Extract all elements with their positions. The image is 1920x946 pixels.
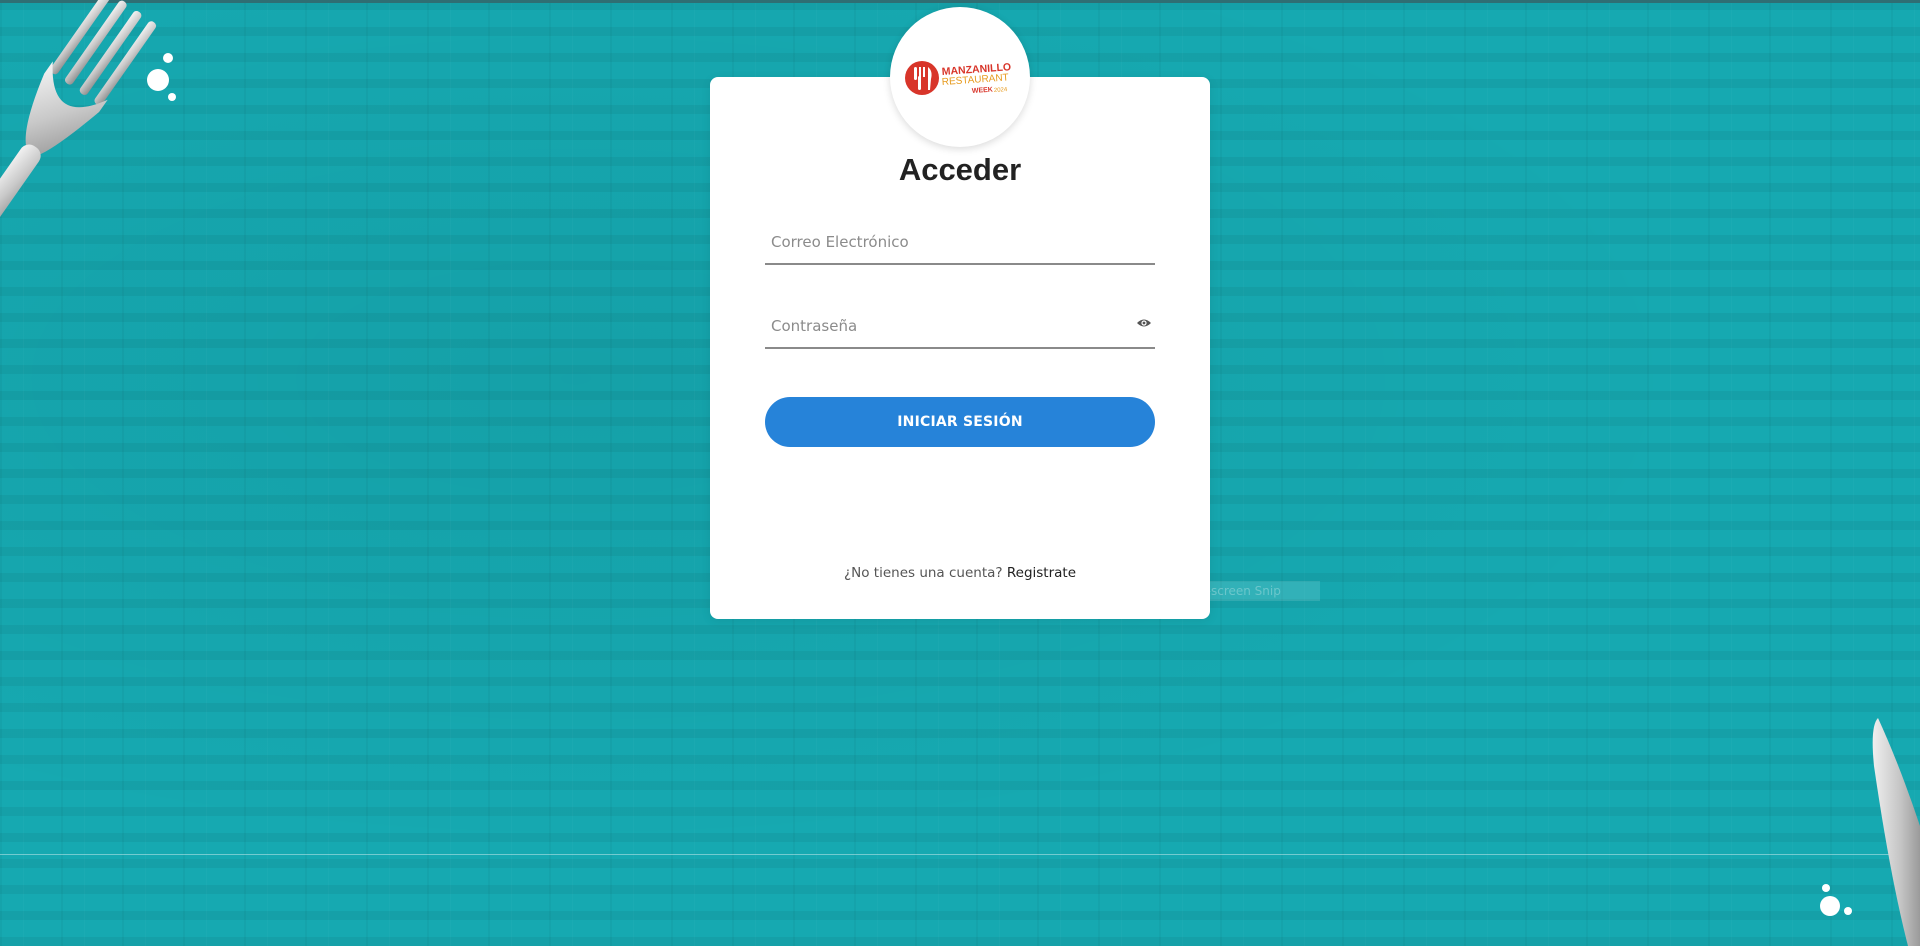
page-title: Acceder — [898, 152, 1022, 187]
top-border — [0, 0, 1920, 3]
signup-row: ¿No tienes una cuenta? Registrate — [710, 565, 1210, 581]
logo-graphic: MANZANILLO RESTAURANT WEEK 2024 — [905, 61, 1011, 95]
eye-icon[interactable] — [1136, 315, 1152, 329]
login-button[interactable]: INICIAR SESIÓN — [765, 397, 1155, 447]
logo-line3: WEEK — [972, 87, 993, 95]
knife-icon — [1820, 718, 1920, 946]
divider-line — [0, 854, 1920, 855]
brand-logo: MANZANILLO RESTAURANT WEEK 2024 — [890, 7, 1030, 147]
logo-year: 2024 — [994, 87, 1008, 94]
email-field[interactable] — [769, 229, 1113, 255]
password-field-container — [765, 303, 1155, 349]
fork-icon — [0, 0, 176, 250]
email-field-container — [765, 219, 1155, 265]
snip-overlay-label: Full-screen Snip — [1147, 581, 1320, 601]
password-field[interactable] — [769, 313, 1113, 339]
signup-link[interactable]: Registrate — [1007, 565, 1076, 581]
signup-prompt: ¿No tienes una cuenta? — [843, 565, 1003, 581]
